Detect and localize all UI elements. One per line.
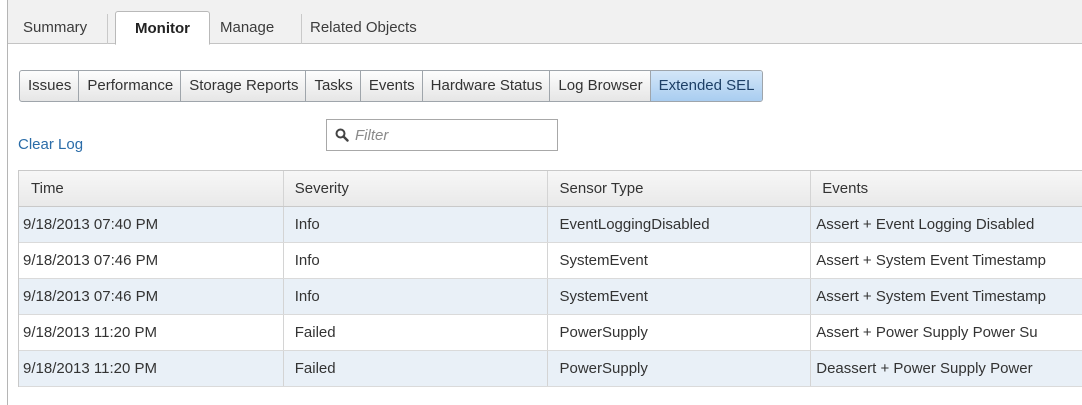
cell-severity: Info bbox=[284, 207, 548, 242]
subtab-issues[interactable]: Issues bbox=[20, 71, 80, 101]
main-panel: Summary Monitor Manage Related Objects I… bbox=[7, 0, 1082, 405]
table-row[interactable]: 9/18/2013 07:40 PM Info EventLoggingDisa… bbox=[19, 207, 1082, 243]
cell-time: 9/18/2013 07:46 PM bbox=[19, 279, 284, 314]
subtab-hardware-status[interactable]: Hardware Status bbox=[423, 71, 551, 101]
cell-events: Assert + Power Supply Power Su bbox=[816, 324, 1038, 341]
column-header-sensor-type[interactable]: Sensor Type bbox=[548, 171, 812, 206]
monitor-sub-tab-bar: Issues Performance Storage Reports Tasks… bbox=[19, 70, 763, 102]
cell-severity: Info bbox=[284, 279, 548, 314]
cell-events: Deassert + Power Supply Power bbox=[816, 360, 1033, 377]
cell-time: 9/18/2013 07:40 PM bbox=[19, 207, 284, 242]
cell-sensor-type: EventLoggingDisabled bbox=[548, 207, 812, 242]
table-row[interactable]: 9/18/2013 07:46 PM Info SystemEvent Asse… bbox=[19, 279, 1082, 315]
column-header-events[interactable]: Events bbox=[811, 171, 1082, 206]
top-tab-bar: Summary Monitor Manage Related Objects bbox=[8, 0, 1082, 45]
cell-time: 9/18/2013 11:20 PM bbox=[19, 351, 284, 386]
cell-events: Assert + System Event Timestamp bbox=[816, 288, 1046, 305]
subtab-log-browser[interactable]: Log Browser bbox=[550, 71, 651, 101]
tab-monitor[interactable]: Monitor bbox=[115, 11, 210, 45]
cell-severity: Failed bbox=[284, 351, 548, 386]
cell-severity: Info bbox=[284, 243, 548, 278]
tab-related-objects[interactable]: Related Objects bbox=[310, 14, 450, 44]
column-header-severity[interactable]: Severity bbox=[284, 171, 548, 206]
subtab-storage-reports[interactable]: Storage Reports bbox=[181, 71, 307, 101]
search-icon bbox=[333, 126, 351, 144]
table-header: Time Severity Sensor Type Events bbox=[19, 171, 1082, 207]
filter-input[interactable] bbox=[355, 126, 550, 144]
subtab-performance[interactable]: Performance bbox=[79, 71, 182, 101]
cell-time: 9/18/2013 11:20 PM bbox=[19, 315, 284, 350]
tab-summary[interactable]: Summary bbox=[16, 14, 108, 44]
subtab-events[interactable]: Events bbox=[361, 71, 423, 101]
cell-sensor-type: SystemEvent bbox=[548, 279, 812, 314]
subtab-extended-sel[interactable]: Extended SEL bbox=[650, 71, 762, 101]
cell-events: Assert + System Event Timestamp bbox=[816, 252, 1046, 269]
tab-manage[interactable]: Manage bbox=[220, 14, 302, 44]
table-row[interactable]: 9/18/2013 11:20 PM Failed PowerSupply As… bbox=[19, 315, 1082, 351]
column-header-time[interactable]: Time bbox=[19, 171, 284, 206]
filter-box[interactable] bbox=[326, 119, 558, 151]
subtab-tasks[interactable]: Tasks bbox=[306, 71, 361, 101]
cell-severity: Failed bbox=[284, 315, 548, 350]
cell-sensor-type: PowerSupply bbox=[548, 315, 812, 350]
cell-sensor-type: SystemEvent bbox=[548, 243, 812, 278]
clear-log-link[interactable]: Clear Log bbox=[18, 136, 83, 153]
cell-time: 9/18/2013 07:46 PM bbox=[19, 243, 284, 278]
table-row[interactable]: 9/18/2013 11:20 PM Failed PowerSupply De… bbox=[19, 351, 1082, 387]
cell-sensor-type: PowerSupply bbox=[548, 351, 812, 386]
table-row[interactable]: 9/18/2013 07:46 PM Info SystemEvent Asse… bbox=[19, 243, 1082, 279]
sel-table: Time Severity Sensor Type Events 9/18/20… bbox=[18, 170, 1082, 387]
cell-events: Assert + Event Logging Disabled bbox=[816, 216, 1035, 233]
